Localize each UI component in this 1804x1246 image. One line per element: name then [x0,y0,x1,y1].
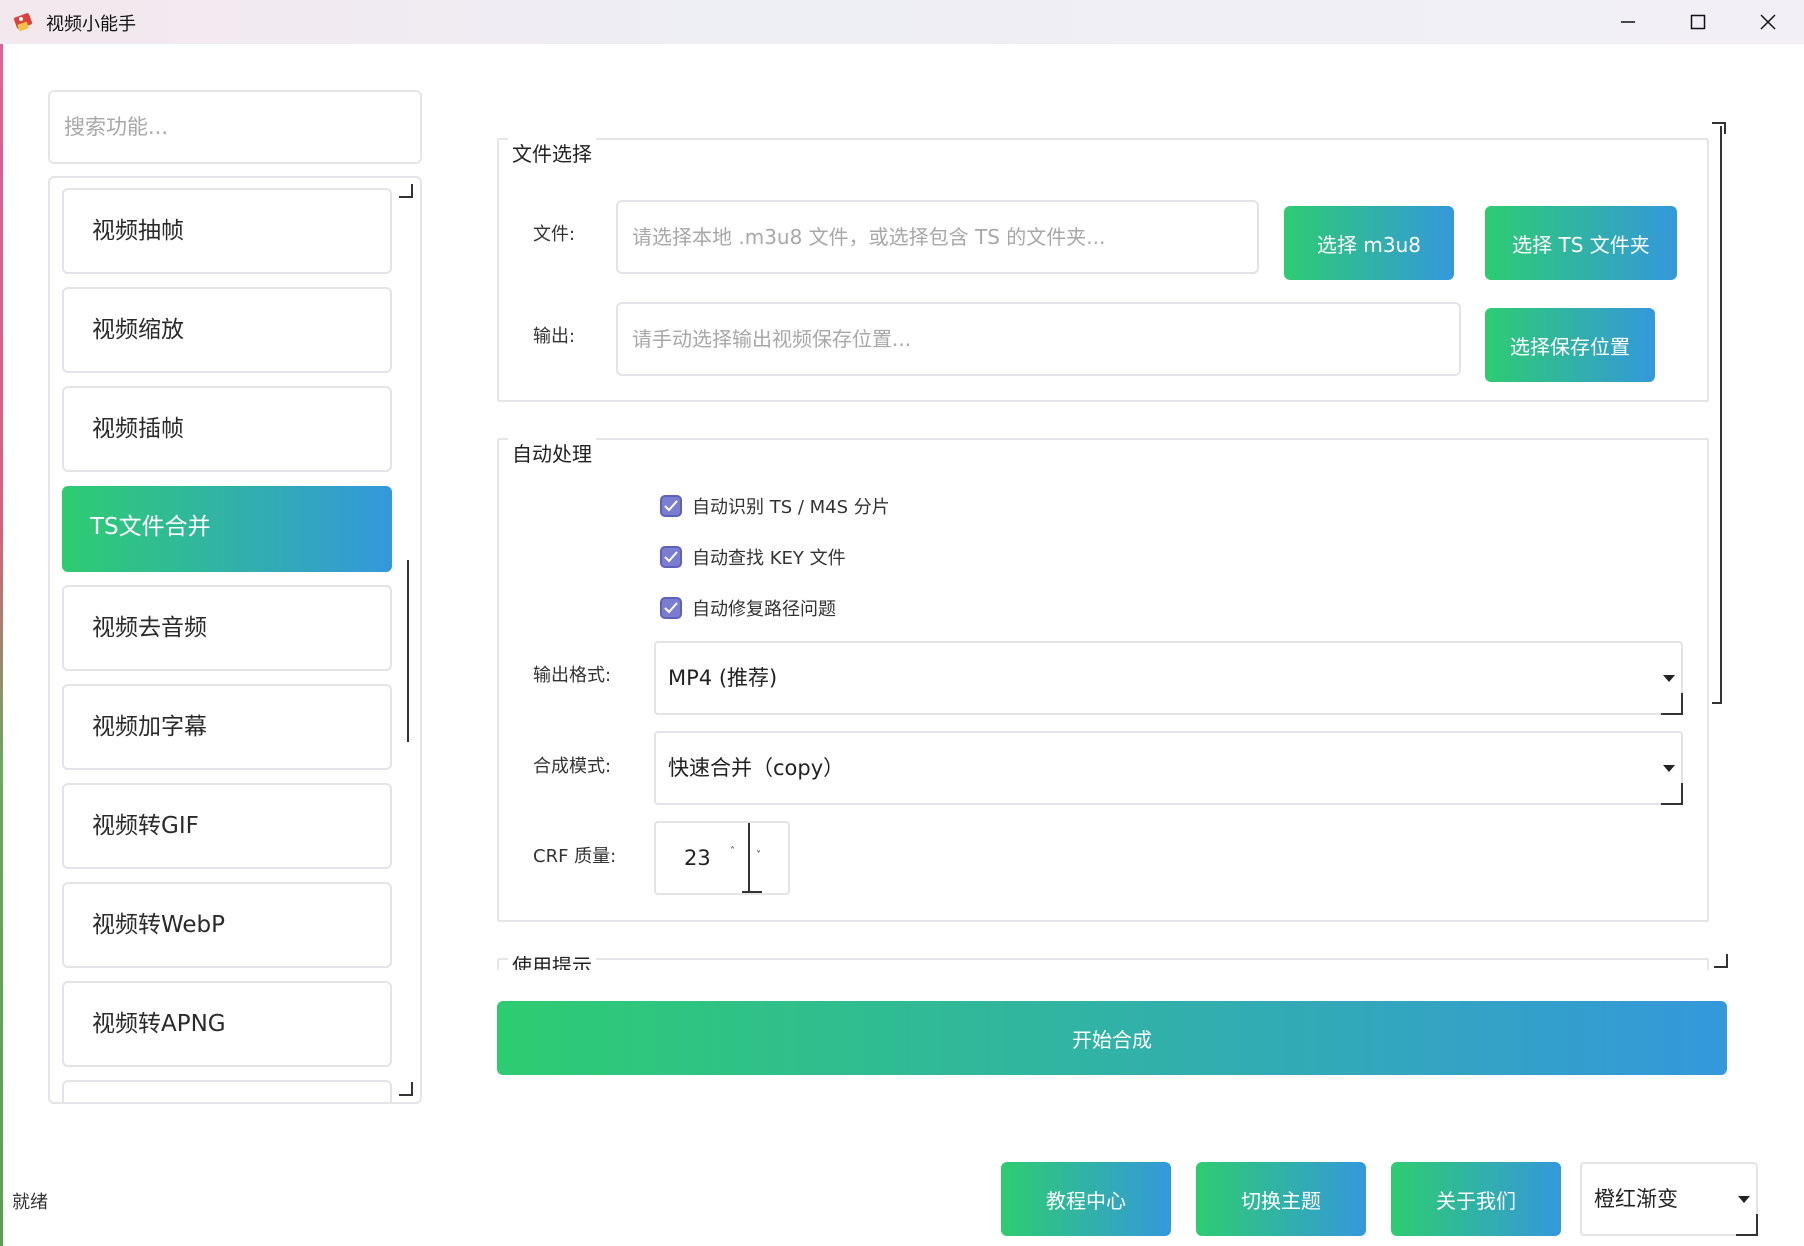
sidebar-item-interpolate[interactable]: 视频插帧 [62,386,392,472]
tips-title: 使用提示 [508,956,596,970]
checkbox-fix-path[interactable]: 自动修复路径问题 [660,595,836,621]
maximize-button[interactable] [1663,0,1733,44]
chevron-down-icon [1663,675,1675,682]
select-corner [1661,693,1683,715]
checkbox-label: 自动查找 KEY 文件 [692,548,846,569]
crf-label: CRF 质量: [533,846,617,867]
mode-select[interactable]: 快速合并（copy） [654,731,1683,805]
spin-down-icon[interactable]: ˅ [756,851,761,861]
checkbox-label: 自动识别 TS / M4S 分片 [692,497,890,518]
chevron-down-icon [1738,1196,1750,1203]
chevron-down-icon [1663,765,1675,772]
sidebar-item-to-gif[interactable]: 视频转GIF [62,783,392,869]
sidebar-item-ts-merge[interactable]: TS文件合并 [62,486,392,572]
select-save-location-button[interactable]: 选择保存位置 [1485,308,1655,382]
file-selection-title: 文件选择 [508,138,596,167]
minimize-button[interactable] [1593,0,1663,44]
sidebar-scrollbar[interactable] [407,560,409,742]
start-merge-button[interactable]: 开始合成 [497,1001,1727,1075]
check-icon[interactable] [660,597,682,619]
sidebar-item-add-subtitle[interactable]: 视频加字幕 [62,684,392,770]
theme-select[interactable]: 橙红渐变 [1580,1162,1758,1236]
select-ts-folder-button[interactable]: 选择 TS 文件夹 [1485,206,1677,280]
sidebar-item-frame-extract[interactable]: 视频抽帧 [62,188,392,274]
minimize-icon [1621,21,1635,23]
crf-value: 23 [684,846,711,870]
mode-label: 合成模式: [533,756,612,777]
window-title: 视频小能手 [46,14,136,35]
title-bar: 视频小能手 [0,0,1804,44]
status-text: 就绪 [12,1192,48,1213]
spin-divider [748,823,750,893]
checkbox-label: 自动修复路径问题 [692,599,836,620]
scroll-corner-top [1712,122,1726,134]
scroll-corner-bottom [1714,954,1728,968]
sidebar-item-to-apng[interactable]: 视频转APNG [62,981,392,1067]
close-button[interactable] [1733,0,1803,44]
file-label: 文件: [533,224,576,245]
select-corner [1736,1214,1758,1236]
output-path-input[interactable]: 请手动选择输出视频保存位置... [616,302,1461,376]
auto-processing-title: 自动处理 [508,438,596,467]
sidebar-item-to-webp[interactable]: 视频转WebP [62,882,392,968]
app-logo-icon [13,13,33,32]
scroll-corner-bottom [399,1082,413,1096]
format-label: 输出格式: [533,665,612,686]
search-input[interactable]: 搜索功能... [48,90,422,164]
select-m3u8-button[interactable]: 选择 m3u8 [1284,206,1454,280]
checkbox-auto-detect[interactable]: 自动识别 TS / M4S 分片 [660,493,890,519]
output-label: 输出: [533,326,576,347]
maximize-icon [1690,14,1706,30]
mode-value: 快速合并（copy） [668,756,845,780]
select-corner [1661,783,1683,805]
check-icon[interactable] [660,546,682,568]
theme-value: 橙红渐变 [1594,1187,1678,1211]
tutorial-button[interactable]: 教程中心 [1001,1162,1171,1236]
scroll-corner-top [399,184,413,198]
tips-group [497,958,1709,970]
sidebar-item-more[interactable] [62,1080,392,1102]
format-select[interactable]: MP4 (推荐) [654,641,1683,715]
content-scrollbar[interactable] [1720,126,1722,704]
spin-bottom-line [742,891,762,893]
about-button[interactable]: 关于我们 [1391,1162,1561,1236]
tips-group-clip: 使用提示 [497,956,1709,970]
feature-list[interactable]: 视频抽帧 视频缩放 视频插帧 TS文件合并 视频去音频 视频加字幕 视频转GIF… [48,176,422,1104]
crf-spinbox[interactable]: 23 ˄ ˅ [654,821,790,895]
close-icon [1760,14,1776,30]
scrollbar-end [1712,702,1722,704]
format-value: MP4 (推荐) [668,666,778,690]
switch-theme-button[interactable]: 切换主题 [1196,1162,1366,1236]
check-icon[interactable] [660,495,682,517]
spin-up-icon[interactable]: ˄ [730,847,735,857]
sidebar-item-scale[interactable]: 视频缩放 [62,287,392,373]
sidebar-item-remove-audio[interactable]: 视频去音频 [62,585,392,671]
window-edge [0,44,3,1246]
file-path-input[interactable]: 请选择本地 .m3u8 文件，或选择包含 TS 的文件夹... [616,200,1259,274]
checkbox-find-key[interactable]: 自动查找 KEY 文件 [660,544,846,570]
